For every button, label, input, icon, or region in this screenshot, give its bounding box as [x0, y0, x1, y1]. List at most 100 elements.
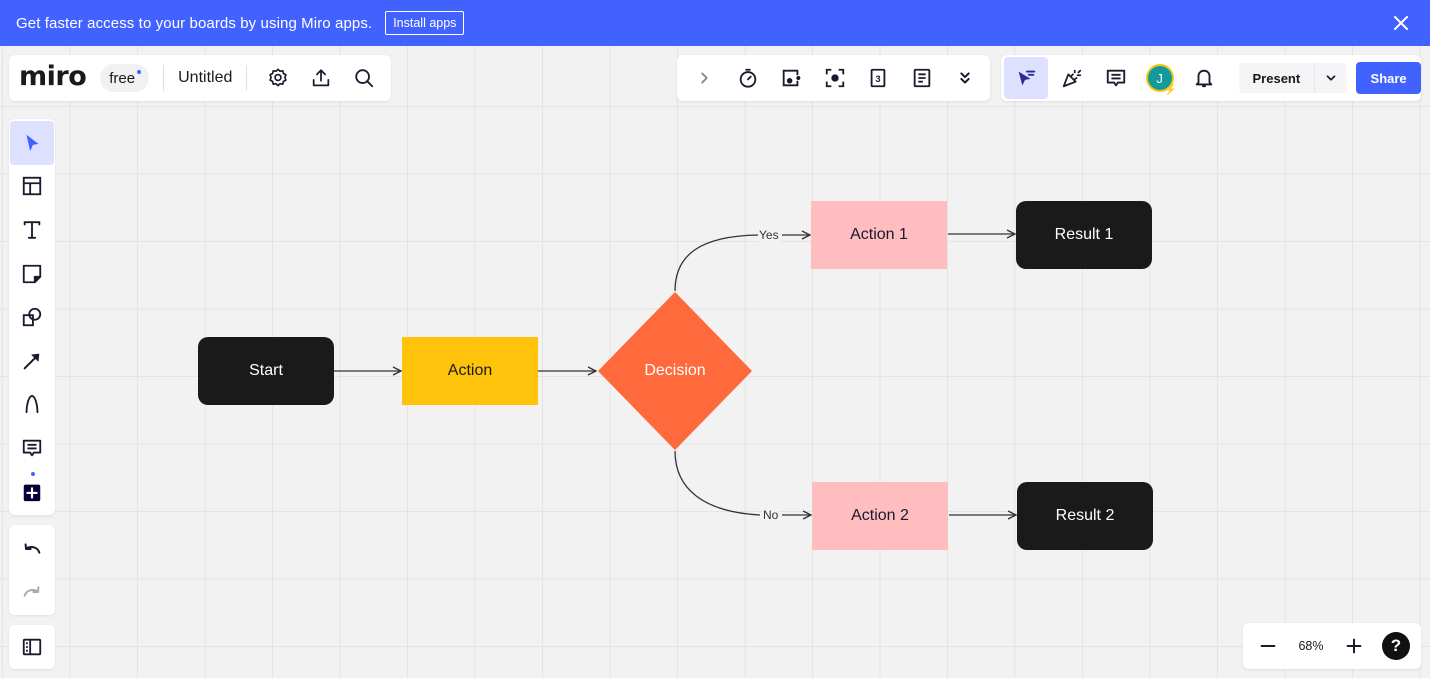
plan-badge[interactable]: free — [100, 64, 150, 92]
text-icon — [23, 221, 41, 239]
node-start-label: Start — [249, 362, 283, 379]
minus-icon — [1260, 644, 1276, 648]
present-button[interactable]: Present — [1239, 63, 1316, 93]
present-options-button[interactable] — [1315, 63, 1347, 93]
node-result-1[interactable]: Result 1 — [1016, 201, 1152, 269]
redo-button[interactable] — [10, 571, 54, 615]
tool-select[interactable] — [10, 121, 54, 165]
tool-text[interactable] — [10, 208, 54, 252]
cursor-filter-button[interactable] — [1004, 57, 1048, 99]
tool-connector[interactable] — [10, 339, 54, 383]
avatar-initial: J — [1156, 70, 1163, 86]
voting-icon — [782, 69, 801, 87]
tool-comment[interactable] — [10, 426, 54, 470]
more-icon — [960, 72, 970, 84]
zoom-controls: 68% ? — [1243, 623, 1421, 669]
redo-icon — [23, 586, 40, 598]
help-icon: ? — [1390, 636, 1402, 655]
edge-label-no: No — [762, 508, 780, 522]
voting-button[interactable] — [774, 61, 808, 95]
card-icon: 3 — [870, 68, 886, 88]
collaboration-toolbar: 3 — [677, 55, 990, 101]
settings-button[interactable] — [261, 61, 295, 95]
session-toolbar: J ⚡ Present Share — [1001, 55, 1422, 101]
more-tools-button[interactable] — [948, 61, 982, 95]
history-toolbar — [9, 525, 55, 615]
pen-icon — [25, 395, 39, 414]
shapes-icon — [22, 308, 42, 327]
node-action-1-label: Action 1 — [850, 226, 908, 243]
app-promo-banner: Get faster access to your boards by usin… — [0, 0, 1430, 46]
tool-sticky-note[interactable] — [10, 252, 54, 296]
undo-icon — [24, 543, 41, 554]
close-icon[interactable] — [1390, 12, 1412, 34]
share-button[interactable]: Share — [1356, 62, 1422, 94]
node-start[interactable]: Start — [198, 337, 334, 405]
edge-label-yes: Yes — [758, 228, 780, 242]
comment-icon — [22, 439, 42, 457]
help-button[interactable]: ? — [1382, 632, 1410, 660]
new-indicator-dot — [31, 471, 35, 476]
templates-icon — [22, 177, 42, 196]
chevron-right-icon — [701, 72, 708, 84]
user-avatar-button[interactable]: J ⚡ — [1143, 61, 1177, 96]
reactions-button[interactable] — [1055, 61, 1089, 95]
node-decision-label: Decision — [644, 362, 706, 379]
tool-more-apps[interactable] — [10, 470, 54, 514]
board-title[interactable]: Untitled — [178, 69, 232, 87]
node-decision[interactable]: Decision — [614, 350, 736, 392]
divider — [246, 65, 248, 91]
board-panel-toggle[interactable] — [9, 625, 55, 669]
timer-button[interactable] — [731, 61, 765, 95]
cursor-icon — [26, 134, 39, 152]
install-apps-button[interactable]: Install apps — [385, 11, 465, 35]
add-apps-icon — [23, 484, 41, 501]
focus-button[interactable] — [818, 61, 852, 95]
undo-button[interactable] — [10, 527, 54, 571]
zoom-out-button[interactable] — [1251, 629, 1285, 663]
tool-pen[interactable] — [10, 383, 54, 427]
search-button[interactable] — [347, 61, 381, 95]
timer-icon — [739, 68, 756, 88]
banner-text: Get faster access to your boards by usin… — [16, 14, 373, 32]
comments-icon — [1106, 69, 1125, 87]
creation-toolbar — [9, 119, 55, 515]
tool-templates[interactable] — [10, 165, 54, 209]
present-group: Present — [1238, 63, 1348, 93]
cursor-filter-icon — [1018, 70, 1036, 86]
focus-icon — [825, 68, 844, 88]
zoom-level[interactable]: 68% — [1285, 639, 1337, 653]
bell-icon — [1195, 69, 1212, 88]
search-icon — [355, 69, 374, 88]
tool-shapes[interactable] — [10, 295, 54, 339]
divider — [163, 65, 165, 91]
node-result-2-label: Result 2 — [1055, 507, 1115, 524]
avatar: J ⚡ — [1145, 64, 1177, 96]
settings-icon — [269, 68, 288, 87]
upload-button[interactable] — [304, 61, 338, 95]
node-action-2[interactable]: Action 2 — [812, 482, 948, 550]
reactions-icon — [1062, 69, 1081, 88]
board-header-toolbar: miro free Untitled — [9, 55, 391, 101]
card-button[interactable]: 3 — [861, 61, 895, 95]
node-action[interactable]: Action — [402, 337, 538, 405]
notes-icon — [913, 68, 930, 88]
plan-dot-indicator — [137, 70, 142, 74]
node-action-label: Action — [447, 362, 493, 379]
zoom-in-button[interactable] — [1337, 629, 1371, 663]
sticky-note-icon — [22, 264, 42, 283]
node-action-2-label: Action 2 — [851, 507, 909, 524]
comments-button[interactable] — [1099, 61, 1133, 95]
arrow-icon — [23, 353, 40, 370]
node-action-1[interactable]: Action 1 — [811, 201, 947, 269]
chevron-down-icon — [1326, 75, 1336, 81]
node-result-2[interactable]: Result 2 — [1017, 482, 1153, 550]
miro-logo[interactable]: miro — [19, 61, 87, 92]
node-result-1-label: Result 1 — [1054, 226, 1114, 243]
plan-label: free — [109, 69, 136, 87]
notifications-button[interactable] — [1187, 61, 1221, 95]
expand-toolbar-button[interactable] — [687, 61, 721, 95]
upload-icon — [313, 69, 330, 87]
plus-icon — [1346, 638, 1362, 654]
notes-button[interactable] — [905, 61, 939, 95]
